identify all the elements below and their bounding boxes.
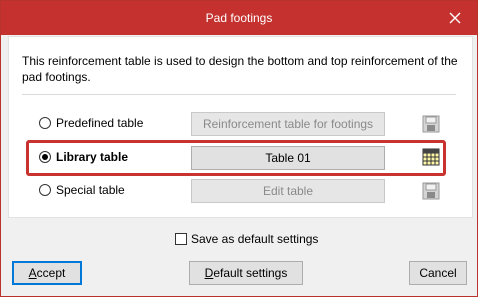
- title-bar: Pad footings: [1, 1, 477, 35]
- default-settings-button[interactable]: Default settings: [189, 261, 303, 285]
- option-row-special: Special table Edit table: [1, 178, 477, 204]
- pad-footings-dialog: Pad footings This reinforcement table is…: [0, 0, 478, 297]
- reinforcement-table-for-footings-button[interactable]: Reinforcement table for footings: [191, 112, 385, 136]
- radio-label-predefined-table: Predefined table: [56, 116, 144, 130]
- separator: [22, 94, 456, 95]
- default-settings-label: efault settings: [213, 266, 288, 280]
- radio-special-table[interactable]: [39, 184, 51, 196]
- accept-mnemonic: A: [28, 266, 37, 280]
- option-row-predefined: Predefined table Reinforcement table for…: [1, 111, 477, 137]
- edit-table-button[interactable]: Edit table: [191, 179, 385, 203]
- radio-label-library-table: Library table: [56, 150, 129, 164]
- radio-label-special-table: Special table: [56, 183, 125, 197]
- close-icon: [449, 12, 461, 24]
- description-text: This reinforcement table is used to desi…: [22, 54, 458, 84]
- save-default-checkbox[interactable]: [175, 233, 187, 245]
- option-row-library: Library table Table 01: [1, 145, 477, 171]
- accept-button[interactable]: Accept: [12, 261, 82, 285]
- accept-label: ccept: [36, 266, 66, 280]
- table-01-button[interactable]: Table 01: [191, 146, 385, 170]
- default-mnemonic: D: [204, 266, 214, 280]
- radio-library-table[interactable]: [39, 151, 51, 163]
- close-button[interactable]: [443, 7, 467, 29]
- disk-icon[interactable]: [422, 182, 440, 200]
- dialog-title: Pad footings: [205, 11, 273, 25]
- save-default-label: Save as default settings: [191, 232, 319, 246]
- radio-predefined-table[interactable]: [39, 117, 51, 129]
- cancel-button[interactable]: Cancel: [409, 261, 467, 285]
- table-grid-icon[interactable]: [422, 148, 440, 166]
- disk-icon[interactable]: [422, 115, 440, 133]
